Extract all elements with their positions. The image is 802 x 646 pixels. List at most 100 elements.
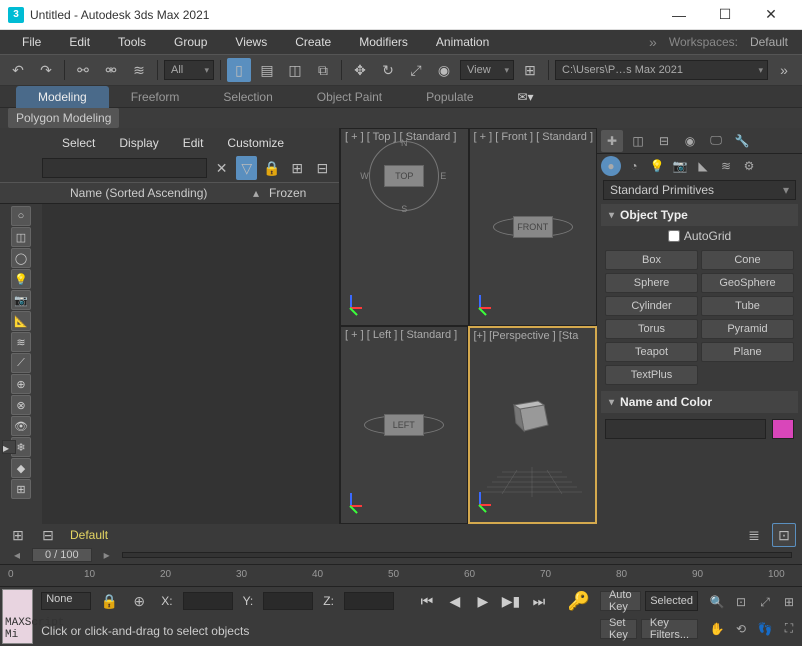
autokey-button[interactable]: Auto Key [600,591,641,611]
pan-icon[interactable]: ✋ [706,618,728,640]
menu-edit[interactable]: Edit [55,30,104,54]
btn-tube[interactable]: Tube [701,296,794,316]
scene-menu-edit[interactable]: Edit [171,136,216,150]
zoom-all-icon[interactable]: ⊡ [730,591,752,613]
zoom-icon[interactable]: 🔍 [706,591,728,613]
filter-bone-icon[interactable]: ⟋ [11,353,31,373]
filter-space-icon[interactable]: ≋ [11,332,31,352]
create-lights-icon[interactable]: 💡 [647,156,667,176]
clear-search-icon[interactable]: ✕ [211,156,232,180]
select-window-button[interactable]: ⧉ [311,58,335,82]
preset-grid-icon[interactable]: ⊞ [6,523,30,547]
cmd-tab-motion[interactable]: ◉ [679,130,701,152]
create-cameras-icon[interactable]: 📷 [670,156,690,176]
primitive-category-dropdown[interactable]: Standard Primitives [603,180,796,200]
time-prev-icon[interactable]: ◂ [10,548,24,562]
create-geometry-icon[interactable]: ● [601,156,621,176]
col-frozen[interactable]: Frozen [269,186,339,200]
menu-views[interactable]: Views [221,30,281,54]
viewport-left[interactable]: [ + ] [ Left ] [ Standard ] LEFT [340,326,468,524]
scene-search-input[interactable] [42,158,207,178]
unlink-button[interactable]: ⚮ [99,58,123,82]
filter-geom-icon[interactable]: ◫ [11,227,31,247]
filter-hidden-icon[interactable]: 👁 [11,416,31,436]
prev-frame-icon[interactable]: ◀ [444,590,466,612]
move-button[interactable]: ✥ [348,58,372,82]
filter-container-icon[interactable]: ◆ [11,458,31,478]
setkey-button[interactable]: Set Key [600,619,637,639]
filter-all-icon[interactable]: ○ [11,206,31,226]
play-icon[interactable]: ▶ [472,590,494,612]
preset-dropdown[interactable]: Default [66,528,736,542]
viewport-front[interactable]: [ + ] [ Front ] [ Standard ] FRONT [469,128,598,326]
viewcube-compass[interactable]: N S E W TOP [369,141,439,211]
btn-cone[interactable]: Cone [701,250,794,270]
rotate-button[interactable]: ↻ [376,58,400,82]
viewport-top[interactable]: [ + ] [ Top ] [ Standard ] N S E W TOP [340,128,469,326]
time-ruler[interactable]: 0102030405060708090100 [0,564,802,586]
keyfilters-button[interactable]: Key Filters... [641,619,698,639]
selection-lock-icon[interactable]: 🔒 [97,589,121,613]
goto-start-icon[interactable]: ⏮ [416,590,438,612]
menu-create[interactable]: Create [281,30,345,54]
layers-icon[interactable]: ≣ [742,523,766,547]
filter-shape-icon[interactable]: ◯ [11,248,31,268]
undo-button[interactable]: ↶ [6,58,30,82]
filter-misc-icon[interactable]: ⊞ [11,479,31,499]
viewport-perspective[interactable]: [+] [Perspective ] [Sta [468,326,598,524]
key-mode-icon[interactable]: 🔑 [568,590,590,612]
create-spacewarps-icon[interactable]: ≋ [716,156,736,176]
object-color-swatch[interactable] [772,419,794,439]
transform-typein-icon[interactable]: ⊕ [127,589,151,613]
select-region-rect-button[interactable]: ◫ [283,58,307,82]
lock-icon[interactable]: 🔒 [261,156,282,180]
ribbon-tab-populate[interactable]: Populate [404,86,495,108]
expand-panel-icon[interactable]: ▸ [2,440,16,454]
select-object-button[interactable]: ▯ [227,58,251,82]
menu-file[interactable]: File [8,30,55,54]
maxscript-listener[interactable]: MAXScript Mi [2,589,33,644]
time-track[interactable] [122,552,792,558]
col-name[interactable]: Name (Sorted Ascending) [42,186,253,200]
btn-torus[interactable]: Torus [605,319,698,339]
use-pivot-button[interactable]: ⊞ [518,58,542,82]
cmd-tab-create[interactable]: ✚ [601,130,623,152]
viewcube-front[interactable]: FRONT [513,216,553,238]
time-slider[interactable]: ◂ 0 / 100 ▸ [0,546,802,564]
view-mode2-icon[interactable]: ⊟ [312,156,333,180]
envelope-icon[interactable]: ✉▾ [514,89,538,105]
zoom-extents-all-icon[interactable]: ⊞ [778,591,800,613]
ref-coord-dropdown[interactable]: View [460,60,514,80]
ribbon-tab-objectpaint[interactable]: Object Paint [295,86,404,108]
rollout-object-type[interactable]: Object Type [601,204,798,226]
layer-explorer-icon[interactable]: ⊡ [772,523,796,547]
redo-button[interactable]: ↷ [34,58,58,82]
viewport-left-label[interactable]: [ + ] [ Left ] [ Standard ] [345,329,457,341]
ribbon-tab-selection[interactable]: Selection [201,86,294,108]
time-thumb[interactable]: 0 / 100 [32,548,92,562]
btn-box[interactable]: Box [605,250,698,270]
coord-x-input[interactable] [183,592,233,610]
scale-button[interactable]: ⤢ [404,58,428,82]
ribbon-tab-modeling[interactable]: Modeling [16,86,109,108]
filter-xref-icon[interactable]: ⊗ [11,395,31,415]
zoom-extents-icon[interactable]: ⤢ [754,591,776,613]
coord-y-input[interactable] [263,592,313,610]
scene-tree-area[interactable] [42,204,339,524]
menu-modifiers[interactable]: Modifiers [345,30,422,54]
object-name-input[interactable] [605,419,766,439]
menu-group[interactable]: Group [160,30,221,54]
coord-z-input[interactable] [344,592,394,610]
scene-menu-display[interactable]: Display [107,136,170,150]
create-shapes-icon[interactable]: ◔ [624,156,644,176]
cmd-tab-display[interactable]: 🖵 [705,130,727,152]
sub-ribbon-polymodel[interactable]: Polygon Modeling [8,108,119,128]
autogrid-checkbox[interactable]: AutoGrid [597,226,802,246]
filter-camera-icon[interactable]: 📷 [11,290,31,310]
workspace-value[interactable]: Default [744,35,794,49]
ribbon-tab-freeform[interactable]: Freeform [109,86,202,108]
filter-icon[interactable]: ▽ [236,156,257,180]
scene-menu-customize[interactable]: Customize [215,136,296,150]
btn-cylinder[interactable]: Cylinder [605,296,698,316]
selection-filter-dropdown[interactable]: All [164,60,214,80]
